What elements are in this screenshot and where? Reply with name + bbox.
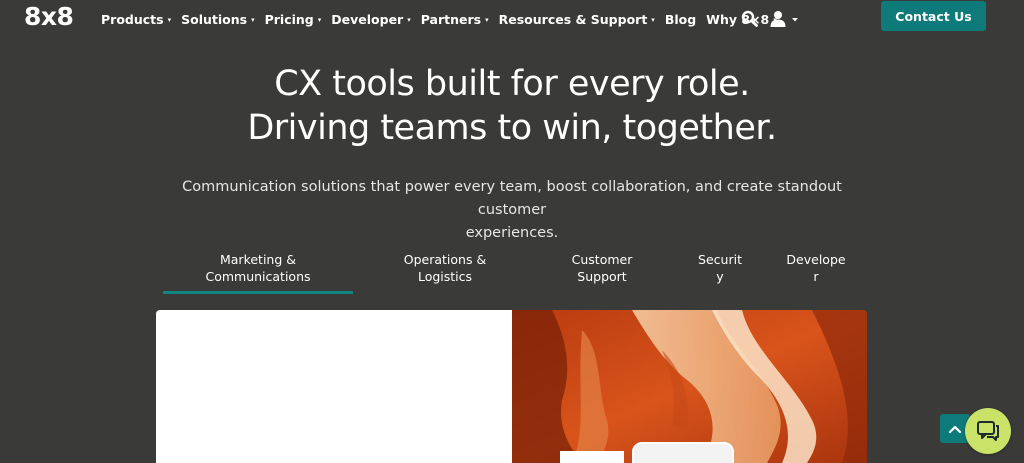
tab-label-line-2: Communications xyxy=(205,269,311,284)
tab-security[interactable]: Securit y xyxy=(690,251,750,285)
chevron-up-icon xyxy=(948,425,962,433)
nav-item-label: Developer xyxy=(331,12,404,27)
nav-item-partners[interactable]: Partners ▾ xyxy=(421,12,489,27)
nav-item-products[interactable]: Products ▾ xyxy=(101,12,171,27)
tab-label-line-2: Support xyxy=(577,269,627,284)
caret-down-icon: ▾ xyxy=(485,15,489,24)
tab-label-line-2: Logistics xyxy=(417,269,473,284)
search-icon[interactable] xyxy=(741,10,758,32)
contact-us-button[interactable]: Contact Us xyxy=(881,1,986,31)
logo[interactable]: 8x8 xyxy=(24,2,74,31)
hero-title-line-2: Driving teams to win, together. xyxy=(247,108,777,148)
tab-label-line-2: y xyxy=(716,269,724,284)
chat-button[interactable] xyxy=(965,408,1011,454)
tab-label-line-2: r xyxy=(813,269,819,284)
nav-item-label: Products xyxy=(101,12,164,27)
tab-developer[interactable]: Develope r xyxy=(781,251,851,285)
tab-label-line-1: Develope xyxy=(786,252,846,267)
phone-mockup xyxy=(632,442,734,463)
nav-item-label: Why 8×8 xyxy=(706,12,770,27)
canyon-image xyxy=(512,310,867,463)
nav-item-label: Resources & Support xyxy=(498,12,648,27)
nav-item-resources-support[interactable]: Resources & Support ▾ xyxy=(499,12,655,27)
chat-icon xyxy=(977,421,999,441)
nav-item-label: Solutions xyxy=(181,12,248,27)
main-menu: Products ▾ Solutions ▾ Pricing ▾ Develop… xyxy=(101,12,787,27)
nav-item-label: Partners xyxy=(420,12,482,27)
nav-item-solutions[interactable]: Solutions ▾ xyxy=(181,12,254,27)
nav-item-label: Blog xyxy=(664,12,697,27)
active-tab-indicator xyxy=(163,291,353,294)
nav-item-developer[interactable]: Developer ▾ xyxy=(331,12,410,27)
tab-label-line-1: Securit xyxy=(698,252,742,267)
tab-operations-logistics[interactable]: Operations & Logistics xyxy=(390,251,500,285)
tab-content-panel xyxy=(156,310,512,463)
tab-marketing-communications[interactable]: Marketing & Communications xyxy=(163,251,353,285)
tab-label-line-1: Marketing & xyxy=(219,252,297,267)
nav-item-label: Pricing xyxy=(264,12,314,27)
canyon-hero-image xyxy=(512,310,867,463)
tab-customer-support[interactable]: Customer Support xyxy=(557,251,647,285)
nav-item-pricing[interactable]: Pricing ▾ xyxy=(265,12,322,27)
hero-subtitle: Communication solutions that power every… xyxy=(150,176,874,245)
hero-title-line-1: CX tools built for every role. xyxy=(274,64,750,104)
hero-subtitle-line-2: experiences. xyxy=(465,225,559,241)
preview-card xyxy=(560,451,624,463)
user-menu[interactable] xyxy=(770,10,800,33)
hero-title: CX tools built for every role. Driving t… xyxy=(0,62,1024,150)
caret-down-icon: ▾ xyxy=(251,15,255,24)
tab-label-line-1: Customer xyxy=(571,252,633,267)
caret-down-icon: ▾ xyxy=(317,15,322,24)
nav-item-blog[interactable]: Blog xyxy=(665,12,696,27)
user-icon xyxy=(770,11,798,27)
caret-down-icon: ▾ xyxy=(651,15,655,24)
top-navigation: 8x8 Products ▾ Solutions ▾ Pricing ▾ Dev… xyxy=(0,0,1024,40)
caret-down-icon: ▾ xyxy=(407,15,411,24)
hero-subtitle-line-1: Communication solutions that power every… xyxy=(182,179,842,218)
caret-down-icon: ▾ xyxy=(167,15,172,24)
tab-label-line-1: Operations & xyxy=(403,252,487,267)
